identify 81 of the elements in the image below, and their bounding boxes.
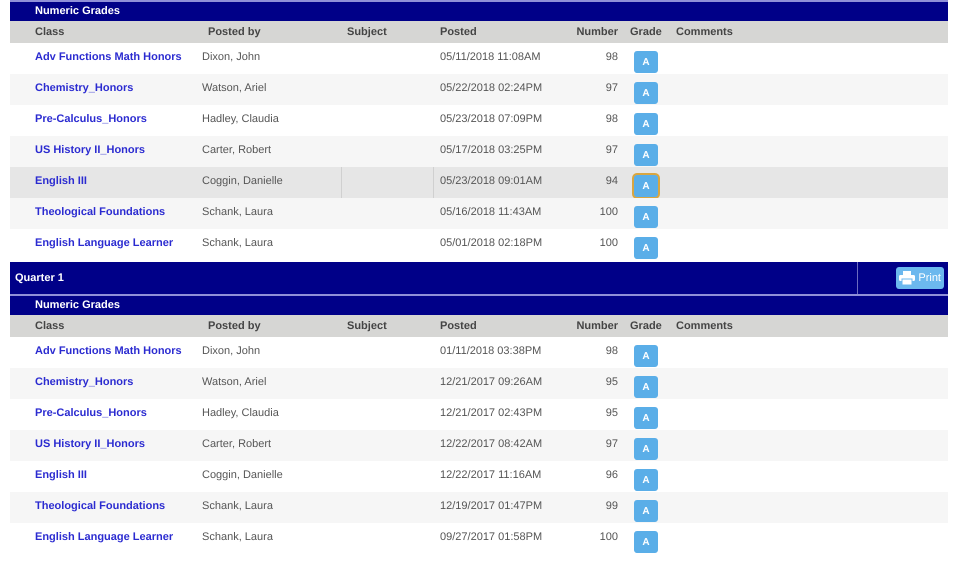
table-cell-text: 05/23/2018 09:01AM xyxy=(439,174,544,189)
table-cell-text: Schank, Laura xyxy=(202,205,274,220)
class-link[interactable]: Theological Foundations xyxy=(35,206,166,218)
column-header: Number xyxy=(575,24,619,40)
column-header: Posted by xyxy=(207,318,262,334)
table-cell-text: 100 xyxy=(598,530,619,545)
table-cell-text: 05/16/2018 11:43AM xyxy=(439,205,542,220)
table-cell-text: 95 xyxy=(604,406,619,421)
table-caption: Numeric Grades xyxy=(35,4,120,20)
class-link[interactable]: Adv Functions Math Honors xyxy=(35,345,182,357)
class-link[interactable]: English Language Learner xyxy=(35,237,174,249)
table-cell-text: 12/21/2017 02:43PM xyxy=(439,406,544,421)
table-row[interactable]: Chemistry_Honors Watson, Ariel 12/21/2017 09:26AM 95 A xyxy=(10,368,948,399)
table-cell-text: 98 xyxy=(604,344,619,359)
table-cell-text: Watson, Ariel xyxy=(202,81,268,96)
table-row[interactable]: Chemistry_Honors Watson, Ariel 05/22/2018 02:24PM 97 A xyxy=(10,74,948,105)
table-cell-text: 96 xyxy=(604,468,619,483)
table-cell-text: Schank, Laura xyxy=(202,499,274,514)
column-header: Comments xyxy=(675,318,734,334)
table-cell-text: 12/21/2017 09:26AM xyxy=(439,375,544,390)
table-cell-text: 12/22/2017 11:16AM xyxy=(439,468,542,483)
printer-icon xyxy=(899,271,916,285)
table-cell-text: 01/11/2018 03:38PM xyxy=(439,344,542,359)
class-link[interactable]: US History II_Honors xyxy=(35,144,146,156)
column-header: Class xyxy=(34,24,66,40)
table-row[interactable]: Theological Foundations Schank, Laura 05/16/2018 11:43AM 100 A xyxy=(10,198,948,229)
class-link[interactable]: Pre-Calculus_Honors xyxy=(35,407,147,419)
table-cell-text: Dixon, John xyxy=(202,50,262,65)
column-header: Subject xyxy=(346,318,388,334)
table-cell-text: 97 xyxy=(604,143,619,158)
column-header: Comments xyxy=(675,24,734,40)
table-cell-text: 05/22/2018 02:24PM xyxy=(439,81,544,96)
table-cell-text: Dixon, John xyxy=(202,344,262,359)
column-header: Subject xyxy=(346,24,388,40)
table-cell-text: 97 xyxy=(604,81,619,96)
table-row[interactable]: English III Coggin, Danielle 05/23/2018 09:01AM 94 A xyxy=(10,167,948,198)
column-header: Posted by xyxy=(207,24,262,40)
table-cell-text: 98 xyxy=(604,50,619,65)
table-row[interactable]: Theological Foundations Schank, Laura 12/19/2017 01:47PM 99 A xyxy=(10,492,948,523)
table-cell-text: Hadley, Claudia xyxy=(202,112,280,127)
table-row[interactable]: US History II_Honors Carter, Robert 12/22/2017 08:42AM 97 A xyxy=(10,430,948,461)
table-cell-text: 95 xyxy=(604,375,619,390)
table-cell-text: 05/11/2018 11:08AM xyxy=(439,50,542,65)
table-cell-text: 12/22/2017 08:42AM xyxy=(439,437,544,452)
table-cell-text: 12/19/2017 01:47PM xyxy=(439,499,544,514)
table-row[interactable]: US History II_Honors Carter, Robert 05/17/2018 03:25PM 97 A xyxy=(10,136,948,167)
table-cell-text: Carter, Robert xyxy=(202,143,272,158)
table-cell-text: Carter, Robert xyxy=(202,437,272,452)
column-header: Grade xyxy=(629,24,663,40)
table-cell-text: 09/27/2017 01:58PM xyxy=(439,530,544,545)
class-link[interactable]: Pre-Calculus_Honors xyxy=(35,113,147,125)
class-link[interactable]: Chemistry_Honors xyxy=(35,82,134,94)
table-cell-text: 05/23/2018 07:09PM xyxy=(439,112,544,127)
column-header: Number xyxy=(575,318,619,334)
table-cell-text: Schank, Laura xyxy=(202,530,274,545)
class-link[interactable]: Adv Functions Math Honors xyxy=(35,51,182,63)
column-header: Class xyxy=(34,318,66,334)
table-cell-text: Coggin, Danielle xyxy=(202,174,284,189)
table-cell-text: Watson, Ariel xyxy=(202,375,268,390)
column-header: Posted xyxy=(439,318,478,334)
table-cell-text: Hadley, Claudia xyxy=(202,406,280,421)
table-cell-text: 99 xyxy=(604,499,619,514)
table-cell-text: Schank, Laura xyxy=(202,236,274,251)
class-link[interactable]: US History II_Honors xyxy=(35,438,146,450)
table-cell-text: 05/17/2018 03:25PM xyxy=(439,143,544,158)
class-link[interactable]: Chemistry_Honors xyxy=(35,376,134,388)
table-cell-text: 100 xyxy=(598,205,619,220)
table-cell-text: 94 xyxy=(604,174,619,189)
table-cell-text: Coggin, Danielle xyxy=(202,468,284,483)
table-cell-text: 100 xyxy=(598,236,619,251)
section-title: Quarter 1 xyxy=(14,270,65,286)
column-header: Grade xyxy=(629,318,663,334)
table-cell-text: 98 xyxy=(604,112,619,127)
table-cell-text: 97 xyxy=(604,437,619,452)
class-link[interactable]: English III xyxy=(35,469,87,481)
table-caption: Numeric Grades xyxy=(35,298,120,314)
class-link[interactable]: Theological Foundations xyxy=(35,500,166,512)
table-cell-text: 05/01/2018 02:18PM xyxy=(439,236,544,251)
class-link[interactable]: English III xyxy=(35,175,87,187)
class-link[interactable]: English Language Learner xyxy=(35,531,174,543)
column-header: Posted xyxy=(439,24,478,40)
